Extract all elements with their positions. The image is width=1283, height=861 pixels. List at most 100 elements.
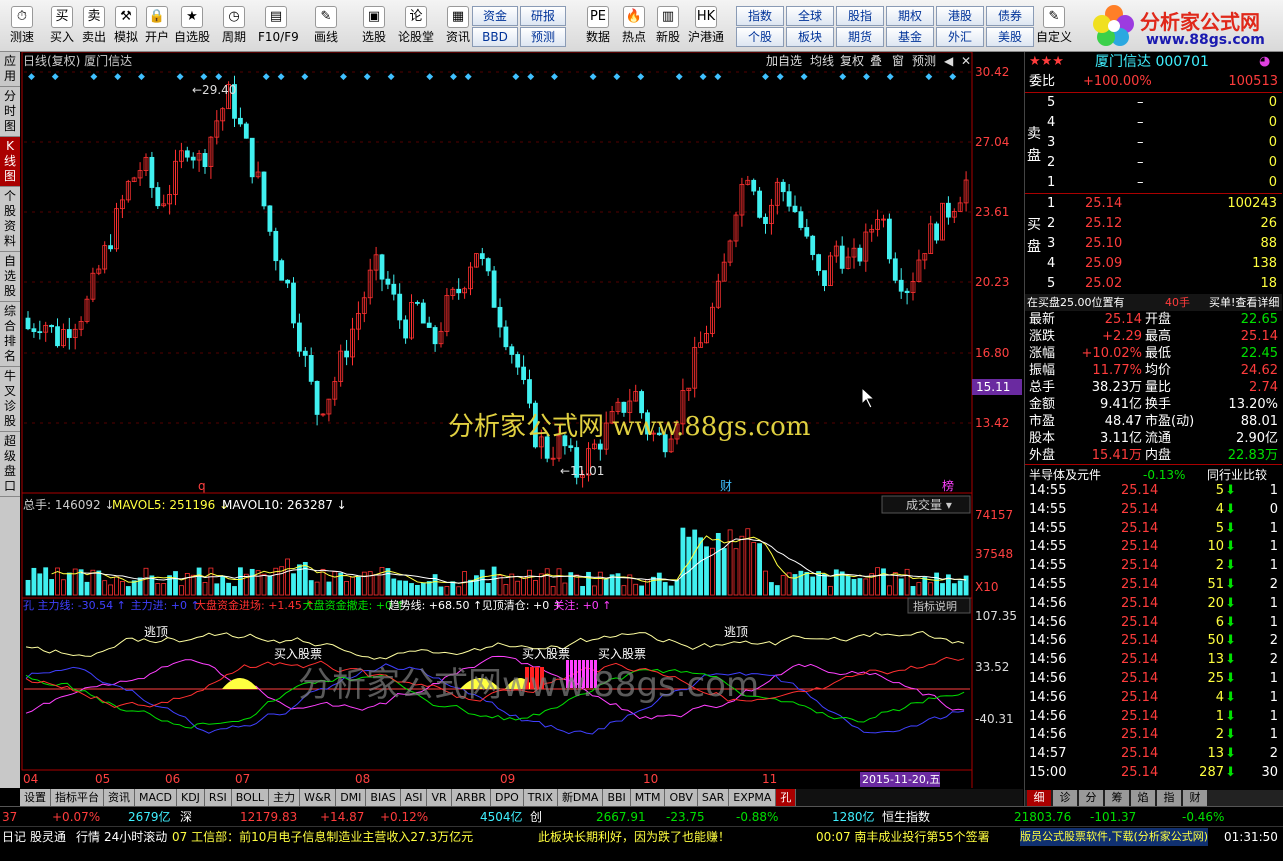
quote-tab-3[interactable]: 筹 bbox=[1105, 790, 1129, 806]
quote-tab-4[interactable]: 焰 bbox=[1131, 790, 1155, 806]
ticker-promo[interactable]: 版员公式股票软件,下载(分析家公式网) bbox=[1020, 828, 1209, 846]
quote-tab-5[interactable]: 指 bbox=[1157, 790, 1181, 806]
quick-button-12[interactable]: 期货 bbox=[836, 27, 884, 47]
toolbar-chat-button[interactable]: 论论股堂 bbox=[398, 2, 434, 50]
left-tab-5[interactable]: 综合排名 bbox=[0, 302, 20, 367]
toolbar-lock-button[interactable]: 🔒 开户 bbox=[139, 2, 175, 50]
ticker-news-3[interactable]: 00:07 南丰成业投行第55个签署 bbox=[816, 828, 990, 846]
buy-level[interactable]: 3 25.10 88 bbox=[1025, 234, 1281, 254]
kline-chart-area[interactable]: 日线(复权) 厦门信达 加自选 均线 复权叠窗预测 ◀ ✕ ◆ ◆ ◆ ◆ ◆ ◆ ◆ ◆ ◆ ◆ ◆ ◆ ◆ ◆ ◆ ◆… bbox=[20, 51, 1023, 788]
indicator-tab-vr[interactable]: VR bbox=[427, 789, 452, 806]
indicator-tab-bbi[interactable]: BBI bbox=[603, 789, 631, 806]
sell-level[interactable]: 5 – 0 bbox=[1025, 93, 1281, 113]
sell-level[interactable]: 1 – 0 bbox=[1025, 173, 1281, 193]
left-tab-7[interactable]: 超级盘口 bbox=[0, 432, 20, 497]
sell-level[interactable]: 4 – 0 bbox=[1025, 113, 1281, 133]
quick-button-1[interactable]: 研报 bbox=[520, 6, 566, 26]
indicator-tab-dpo[interactable]: DPO bbox=[491, 789, 524, 806]
quick-button-5[interactable]: 全球 bbox=[786, 6, 834, 26]
indicator-tab-新dma[interactable]: 新DMA bbox=[557, 789, 604, 806]
quote-tab-0[interactable]: 细 bbox=[1027, 790, 1051, 806]
indicator-tab-w&r[interactable]: W&R bbox=[300, 789, 337, 806]
quote-tab-6[interactable]: 财 bbox=[1183, 790, 1207, 806]
indicator-tab-trix[interactable]: TRIX bbox=[523, 789, 558, 806]
chart-prev-icon[interactable]: ◀ bbox=[944, 54, 954, 68]
toolbar-speed-button[interactable]: ⏱ 测速 bbox=[4, 2, 40, 50]
indicator-tab-sar[interactable]: SAR bbox=[697, 789, 730, 806]
quick-button-8[interactable]: 港股 bbox=[936, 6, 984, 26]
left-tab-6[interactable]: 牛叉诊股 bbox=[0, 367, 20, 432]
toolbar-custom-button[interactable]: ✎ 自定义 bbox=[1036, 2, 1072, 50]
indicator-tab-mtm[interactable]: MTM bbox=[630, 789, 666, 806]
chart-button-4[interactable]: 窗 bbox=[892, 54, 904, 68]
indicator-tab-资讯[interactable]: 资讯 bbox=[104, 789, 135, 806]
ticker-news-2[interactable]: 此板块长期利好，因为跌了也能赚！ bbox=[538, 828, 730, 846]
toolbar-pen-button[interactable]: ✎ 画线 bbox=[308, 2, 344, 50]
indicator-tab-dmi[interactable]: DMI bbox=[336, 789, 367, 806]
quote-tab-2[interactable]: 分 bbox=[1079, 790, 1103, 806]
indicator-tab-rsi[interactable]: RSI bbox=[204, 789, 232, 806]
quick-button-15[interactable]: 美股 bbox=[986, 27, 1034, 47]
quick-button-4[interactable]: 指数 bbox=[736, 6, 784, 26]
toolbar-buy-button[interactable]: 买买入 bbox=[44, 2, 80, 50]
toolbar-clock-button[interactable]: ◷ 周期 bbox=[216, 2, 252, 50]
order-detail-link[interactable]: 买单!查看详细 bbox=[1209, 294, 1279, 311]
indicator-tab-设置[interactable]: 设置 bbox=[20, 789, 51, 806]
quick-button-6[interactable]: 股指 bbox=[836, 6, 884, 26]
toolbar-news-button[interactable]: ▦ 资讯 bbox=[440, 2, 476, 50]
indicator-tab-kdj[interactable]: KDJ bbox=[176, 789, 205, 806]
indicator-tab-bias[interactable]: BIAS bbox=[366, 789, 401, 806]
chart-marker-1[interactable]: 财 bbox=[720, 479, 732, 493]
indicator-tab-指标平台[interactable]: 指标平台 bbox=[51, 789, 104, 806]
buy-level[interactable]: 1 25.14 100243 bbox=[1025, 194, 1281, 214]
chart-button-1[interactable]: 均线 bbox=[810, 54, 834, 68]
chart-marker-2[interactable]: 榜 bbox=[942, 478, 954, 493]
quick-button-11[interactable]: 板块 bbox=[786, 27, 834, 47]
buy-level[interactable]: 4 25.09 138 bbox=[1025, 254, 1281, 274]
indicator-tab-boll[interactable]: BOLL bbox=[231, 789, 270, 806]
quick-button-3[interactable]: 预测 bbox=[520, 27, 566, 47]
indicator-tab-arbr[interactable]: ARBR bbox=[451, 789, 492, 806]
toolbar-document-button[interactable]: ▤ F10/F9 bbox=[258, 2, 299, 50]
quick-button-14[interactable]: 外汇 bbox=[936, 27, 984, 47]
left-tab-0[interactable]: 应用 bbox=[0, 52, 20, 87]
indicator-tab-obv[interactable]: OBV bbox=[665, 789, 698, 806]
left-tab-4[interactable]: 自选股 bbox=[0, 252, 20, 302]
toolbar-hk-connect-button[interactable]: HK 沪港通 bbox=[688, 2, 724, 50]
chart-button-3[interactable]: 叠 bbox=[870, 54, 882, 68]
ticker-guling[interactable]: 股灵通 bbox=[30, 828, 66, 846]
quick-button-0[interactable]: 资金 bbox=[472, 6, 518, 26]
indicator-tab-macd[interactable]: MACD bbox=[135, 789, 177, 806]
quick-button-2[interactable]: BBD bbox=[472, 27, 518, 47]
ticker-quotes[interactable]: 行情 bbox=[76, 828, 100, 846]
quick-button-10[interactable]: 个股 bbox=[736, 27, 784, 47]
quick-button-7[interactable]: 期权 bbox=[886, 6, 934, 26]
ticker-24h[interactable]: 24小时滚动 bbox=[104, 828, 167, 846]
chart-button-5[interactable]: 预测 bbox=[912, 54, 936, 68]
buy-level[interactable]: 5 25.02 18 bbox=[1025, 274, 1281, 294]
indicator-tab-主力[interactable]: 主力 bbox=[269, 789, 301, 806]
toolbar-star-button[interactable]: ★ 自选股 bbox=[174, 2, 210, 50]
toolbar-pe-button[interactable]: PE 数据 bbox=[580, 2, 616, 50]
chart-button-2[interactable]: 复权 bbox=[840, 54, 864, 68]
chart-button-0[interactable]: 加自选 bbox=[766, 54, 802, 68]
left-tab-1[interactable]: 分时图 bbox=[0, 87, 20, 137]
ticker-news-1[interactable]: 07 工信部：前10月电子信息制造业主营收入27.3万亿元 bbox=[172, 828, 473, 846]
quick-button-9[interactable]: 债券 bbox=[986, 6, 1034, 26]
ticker-diary[interactable]: 日记 bbox=[2, 828, 26, 846]
toolbar-fire-button[interactable]: 🔥 热点 bbox=[616, 2, 652, 50]
indicator-tab-asi[interactable]: ASI bbox=[400, 789, 428, 806]
toolbar-sell-button[interactable]: 卖卖出 bbox=[76, 2, 112, 50]
indicator-tab-expma[interactable]: EXPMA bbox=[729, 789, 777, 806]
toolbar-screen-button[interactable]: ▣ 选股 bbox=[356, 2, 392, 50]
chart-close-icon[interactable]: ✕ bbox=[961, 54, 971, 68]
pie-chart-icon[interactable]: ◕ bbox=[1259, 52, 1270, 72]
buy-level[interactable]: 2 25.12 26 bbox=[1025, 214, 1281, 234]
sell-level[interactable]: 3 – 0 bbox=[1025, 133, 1281, 153]
sell-level[interactable]: 2 – 0 bbox=[1025, 153, 1281, 173]
chart-marker-0[interactable]: q bbox=[198, 479, 206, 493]
left-tab-3[interactable]: 个股资料 bbox=[0, 187, 20, 252]
quick-button-13[interactable]: 基金 bbox=[886, 27, 934, 47]
left-tab-2[interactable]: K线图 bbox=[0, 137, 20, 187]
toolbar-ipo-button[interactable]: ▥ 新股 bbox=[650, 2, 686, 50]
